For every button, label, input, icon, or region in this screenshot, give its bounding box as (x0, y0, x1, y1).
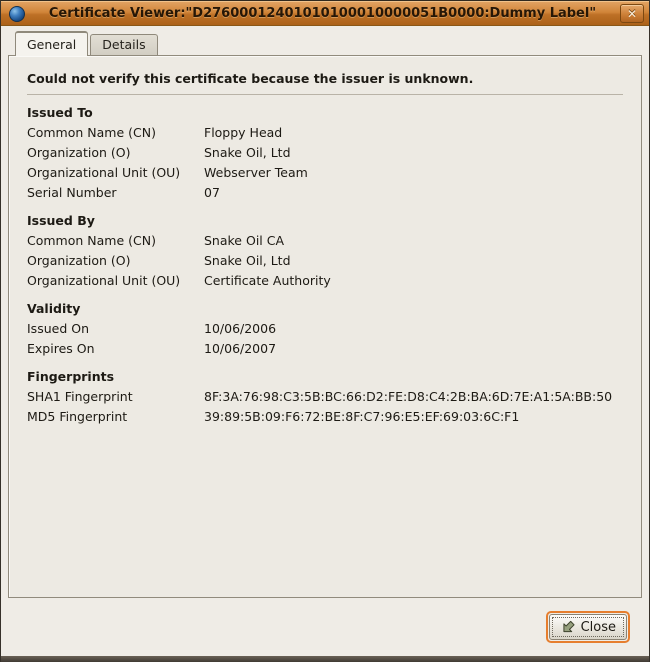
section-heading-issued-by: Issued By (27, 213, 623, 228)
tab-general[interactable]: General (15, 31, 88, 56)
close-icon: ✕ (627, 8, 637, 20)
table-row: MD5 Fingerprint 39:89:5B:09:F6:72:BE:8F:… (27, 407, 623, 427)
field-label: Organization (O) (27, 251, 204, 271)
table-row: Common Name (CN) Snake Oil CA (27, 231, 623, 251)
field-label: Organizational Unit (OU) (27, 163, 204, 183)
separator (27, 94, 623, 95)
table-row: SHA1 Fingerprint 8F:3A:76:98:C3:5B:BC:66… (27, 387, 623, 407)
close-button-label: Close (581, 620, 616, 635)
table-row: Organization (O) Snake Oil, Ltd (27, 143, 623, 163)
field-label: Organizational Unit (OU) (27, 271, 204, 291)
field-label: Common Name (CN) (27, 123, 204, 143)
table-row: Organization (O) Snake Oil, Ltd (27, 251, 623, 271)
field-value: Certificate Authority (204, 271, 623, 291)
field-value: 10/06/2007 (204, 339, 623, 359)
tab-bar: General Details (8, 26, 642, 55)
field-value: Snake Oil, Ltd (204, 251, 623, 271)
field-value: 07 (204, 183, 623, 203)
table-row: Organizational Unit (OU) Webserver Team (27, 163, 623, 183)
table-row: Issued On 10/06/2006 (27, 319, 623, 339)
field-label: Issued On (27, 319, 204, 339)
table-row: Organizational Unit (OU) Certificate Aut… (27, 271, 623, 291)
field-label: Organization (O) (27, 143, 204, 163)
window-close-button[interactable]: ✕ (620, 4, 644, 23)
certificate-viewer-window: Certificate Viewer:"D2760001240101010001… (0, 0, 650, 662)
section-heading-validity: Validity (27, 301, 623, 316)
window-title: Certificate Viewer:"D2760001240101010001… (25, 6, 620, 21)
field-value: 39:89:5B:09:F6:72:BE:8F:C7:96:E5:EF:69:0… (204, 407, 623, 427)
table-row: Serial Number 07 (27, 183, 623, 203)
close-arrow-icon (560, 619, 577, 635)
window-bottom-border (1, 656, 649, 662)
close-button[interactable]: Close (549, 614, 627, 640)
field-value: 8F:3A:76:98:C3:5B:BC:66:D2:FE:D8:C4:2B:B… (204, 387, 623, 407)
titlebar[interactable]: Certificate Viewer:"D2760001240101010001… (1, 0, 649, 26)
issued-to-rows: Common Name (CN) Floppy Head Organizatio… (27, 123, 623, 203)
field-value: 10/06/2006 (204, 319, 623, 339)
field-label: MD5 Fingerprint (27, 407, 204, 427)
tab-details[interactable]: Details (90, 34, 157, 55)
general-tab-panel: Could not verify this certificate becaus… (8, 55, 642, 598)
table-row: Expires On 10/06/2007 (27, 339, 623, 359)
window-globe-icon (9, 6, 25, 22)
section-heading-fingerprints: Fingerprints (27, 369, 623, 384)
dialog-action-area: Close (8, 598, 642, 656)
close-button-focus-ring: Close (546, 611, 630, 643)
dialog-body: General Details Could not verify this ce… (1, 26, 649, 656)
field-label: SHA1 Fingerprint (27, 387, 204, 407)
validity-rows: Issued On 10/06/2006 Expires On 10/06/20… (27, 319, 623, 359)
section-heading-issued-to: Issued To (27, 105, 623, 120)
table-row: Common Name (CN) Floppy Head (27, 123, 623, 143)
issued-by-rows: Common Name (CN) Snake Oil CA Organizati… (27, 231, 623, 291)
field-label: Expires On (27, 339, 204, 359)
field-value: Floppy Head (204, 123, 623, 143)
field-value: Snake Oil, Ltd (204, 143, 623, 163)
fingerprint-rows: SHA1 Fingerprint 8F:3A:76:98:C3:5B:BC:66… (27, 387, 623, 427)
field-label: Serial Number (27, 183, 204, 203)
field-value: Snake Oil CA (204, 231, 623, 251)
verification-warning: Could not verify this certificate becaus… (27, 71, 623, 86)
field-label: Common Name (CN) (27, 231, 204, 251)
field-value: Webserver Team (204, 163, 623, 183)
